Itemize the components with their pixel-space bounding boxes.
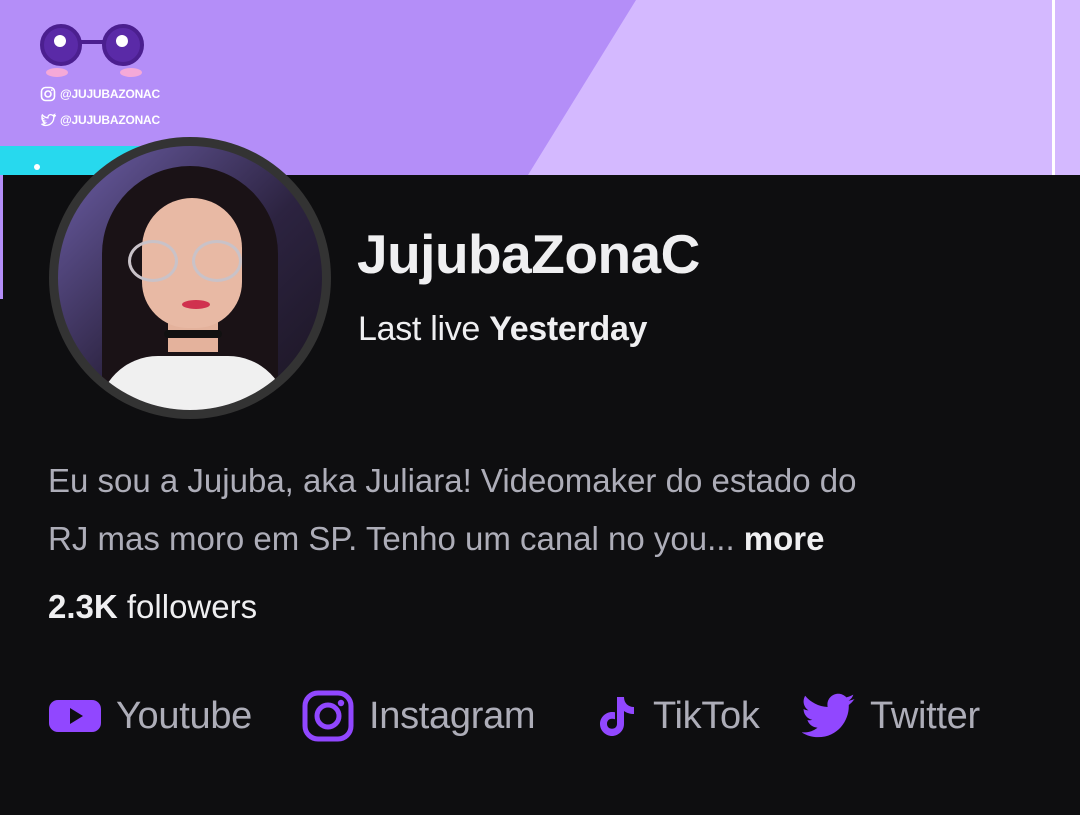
channel-bio: Eu sou a Jujuba, aka Juliara! Videomaker… [48,452,1038,568]
logo-bridge [80,40,104,44]
instagram-handle-text: @JUJUBAZONAC [60,87,160,101]
banner-divider-line [1052,0,1055,175]
last-live-value: Yesterday [489,310,648,348]
avatar-glasses-right [192,240,242,282]
social-link-instagram[interactable]: Instagram [301,686,536,746]
banner-edge-stripe [0,175,3,299]
last-live-status: Last live Yesterday [358,310,647,349]
banner-instagram-handle: @JUJUBAZONAC [40,85,160,103]
logo-left-eye [40,24,82,66]
avatar-shirt [98,356,288,410]
social-link-twitter[interactable]: Twitter [802,686,980,746]
twitter-icon [40,112,56,128]
social-link-tiktok[interactable]: TikTok [595,686,760,746]
followers-number: 2.3K [48,588,118,625]
social-link-youtube[interactable]: Youtube [48,686,252,746]
followers-label: followers [126,588,258,625]
social-label-youtube: Youtube [116,694,252,737]
avatar-lips [182,300,210,309]
avatar-choker [164,330,222,338]
instagram-icon [301,689,355,743]
avatar-photo [58,146,322,410]
social-label-twitter: Twitter [870,694,980,737]
twitter-icon [802,693,856,739]
twitter-handle-text: @JUJUBAZONAC [60,113,160,127]
youtube-icon [48,697,102,735]
bio-line-2: RJ mas moro em SP. Tenho um canal no you… [48,510,1038,568]
channel-avatar[interactable] [49,137,331,419]
logo-right-eye [102,24,144,66]
social-label-instagram: Instagram [369,694,536,737]
last-live-prefix: Last live [358,310,481,348]
banner-dot [34,164,40,170]
banner-twitter-handle: @JUJUBAZONAC [40,111,160,129]
banner-glasses-logo [40,24,150,80]
follower-count: 2.3K followers [48,588,257,626]
logo-right-blush [120,68,142,77]
instagram-icon [40,86,56,102]
channel-name: JujubaZonaC [357,223,700,285]
bio-line-2-text: RJ mas moro em SP. Tenho um canal no you… [48,520,735,557]
logo-left-blush [46,68,68,77]
bio-more-link[interactable]: more [744,520,825,557]
bio-line-1: Eu sou a Jujuba, aka Juliara! Videomaker… [48,462,857,499]
avatar-glasses-left [128,240,178,282]
tiktok-icon [595,693,639,739]
social-label-tiktok: TikTok [653,694,760,737]
